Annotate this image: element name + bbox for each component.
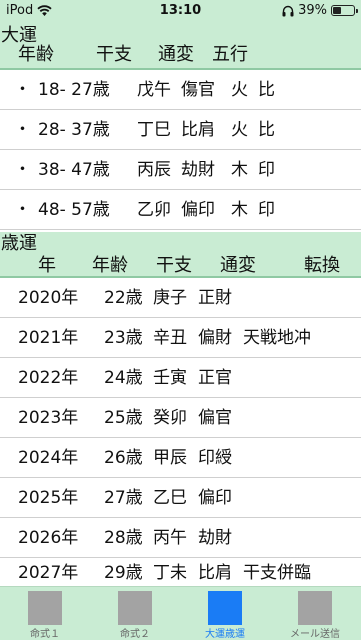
- tab-label: 命式１: [30, 629, 60, 640]
- tab-bar: 命式１ 命式２ 大運歳運 メール送信: [0, 586, 361, 640]
- taiun-tsuhen: 劫財: [181, 160, 215, 180]
- saiun-age: 27歳: [104, 488, 143, 508]
- saiun-row[interactable]: 2023年 25歳 癸卯 偏官: [0, 398, 361, 438]
- taiun-row[interactable]: ・ 38- 47歳 丙辰 劫財 木 印: [0, 150, 361, 190]
- status-right: 39%: [282, 3, 358, 18]
- tab-taiun-saiun[interactable]: 大運歳運: [180, 587, 270, 640]
- saiun-kanshi: 甲辰: [153, 448, 187, 468]
- tab-meishiki-2[interactable]: 命式２: [90, 587, 180, 640]
- taiun-gogyo-2: 印: [258, 160, 275, 180]
- saiun-row[interactable]: 2021年 23歳 辛丑 偏財 天戦地冲: [0, 318, 361, 358]
- row-bullet: ・: [14, 160, 31, 180]
- saiun-row[interactable]: 2025年 27歳 乙巳 偏印: [0, 478, 361, 518]
- battery-percent: 39%: [298, 3, 327, 18]
- saiun-year: 2024年: [18, 448, 79, 468]
- taiun-kanshi: 丙辰: [137, 160, 171, 180]
- taiun-age: 18- 27歳: [38, 80, 110, 100]
- saiun-kanshi: 辛丑: [153, 328, 187, 348]
- tab-placeholder-icon: [118, 591, 152, 625]
- tab-label: 大運歳運: [205, 629, 245, 640]
- taiun-kanshi: 丁巳: [137, 120, 171, 140]
- taiun-gogyo-1: 木: [231, 160, 248, 180]
- taiun-col-gogyo: 五行: [212, 44, 248, 65]
- saiun-tsuhen: 偏財: [198, 328, 232, 348]
- saiun-row[interactable]: 2026年 28歳 丙午 劫財: [0, 518, 361, 558]
- tab-label: メール送信: [290, 629, 340, 640]
- saiun-tsuhen: 正財: [198, 288, 232, 308]
- taiun-col-age: 年齢: [18, 44, 54, 65]
- saiun-kanshi: 庚子: [153, 288, 187, 308]
- saiun-row[interactable]: 2020年 22歳 庚子 正財: [0, 278, 361, 318]
- taiun-age: 48- 57歳: [38, 200, 110, 220]
- saiun-col-year: 年: [38, 255, 56, 276]
- saiun-age: 28歳: [104, 528, 143, 548]
- saiun-age: 26歳: [104, 448, 143, 468]
- saiun-row[interactable]: 2024年 26歳 甲辰 印綬: [0, 438, 361, 478]
- taiun-row[interactable]: ・ 18- 27歳 戊午 傷官 火 比: [0, 70, 361, 110]
- saiun-col-age: 年齢: [92, 255, 128, 276]
- saiun-tenkan: 天戦地冲: [243, 328, 311, 348]
- saiun-col-tsuhen: 通変: [220, 255, 256, 276]
- saiun-kanshi: 乙巳: [153, 488, 187, 508]
- taiun-header: 大運 年齢 干支 通変 五行: [0, 24, 361, 70]
- taiun-kanshi: 戊午: [137, 80, 171, 100]
- saiun-row[interactable]: 2022年 24歳 壬寅 正官: [0, 358, 361, 398]
- taiun-row[interactable]: ・ 48- 57歳 乙卯 偏印 木 印: [0, 190, 361, 230]
- saiun-year: 2022年: [18, 368, 79, 388]
- tab-meishiki-1[interactable]: 命式１: [0, 587, 90, 640]
- taiun-gogyo-2: 印: [258, 200, 275, 220]
- row-bullet: ・: [14, 80, 31, 100]
- taiun-tsuhen: 比肩: [181, 120, 215, 140]
- saiun-tsuhen: 偏印: [198, 488, 232, 508]
- saiun-header: 歳運 年 年齢 干支 通変 転換: [0, 232, 361, 278]
- saiun-row[interactable]: 2027年 29歳 丁未 比肩 干支併臨: [0, 554, 361, 586]
- saiun-tsuhen: 劫財: [198, 528, 232, 548]
- saiun-year: 2026年: [18, 528, 79, 548]
- saiun-tsuhen: 偏官: [198, 408, 232, 428]
- battery-fill: [333, 7, 341, 14]
- saiun-year: 2023年: [18, 408, 79, 428]
- taiun-gogyo-1: 火: [231, 120, 248, 140]
- taiun-age: 28- 37歳: [38, 120, 110, 140]
- taiun-gogyo-1: 火: [231, 80, 248, 100]
- saiun-year: 2025年: [18, 488, 79, 508]
- taiun-gogyo-2: 比: [258, 80, 275, 100]
- saiun-age: 23歳: [104, 328, 143, 348]
- taiun-tsuhen: 傷官: [181, 80, 215, 100]
- saiun-age: 24歳: [104, 368, 143, 388]
- row-bullet: ・: [14, 120, 31, 140]
- saiun-title: 歳運: [1, 233, 37, 254]
- saiun-age: 25歳: [104, 408, 143, 428]
- taiun-row[interactable]: ・ 28- 37歳 丁巳 比肩 火 比: [0, 110, 361, 150]
- status-bar: iPod 13:10 39%: [0, 0, 361, 24]
- row-bullet: ・: [14, 200, 31, 220]
- saiun-tsuhen: 印綬: [198, 448, 232, 468]
- saiun-kanshi: 壬寅: [153, 368, 187, 388]
- tab-mail-send[interactable]: メール送信: [270, 587, 361, 640]
- taiun-gogyo-1: 木: [231, 200, 248, 220]
- saiun-col-tenkan: 転換: [304, 255, 340, 276]
- taiun-age: 38- 47歳: [38, 160, 110, 180]
- saiun-tsuhen: 正官: [198, 368, 232, 388]
- taiun-col-tsuhen: 通変: [158, 44, 194, 65]
- tab-label: 命式２: [120, 629, 150, 640]
- tab-placeholder-icon: [28, 591, 62, 625]
- taiun-gogyo-2: 比: [258, 120, 275, 140]
- headphones-icon: [282, 5, 294, 16]
- taiun-title: 大運: [1, 25, 37, 46]
- tab-placeholder-icon: [298, 591, 332, 625]
- taiun-col-kanshi: 干支: [96, 44, 132, 65]
- saiun-year: 2020年: [18, 288, 79, 308]
- battery-icon: [331, 5, 358, 16]
- saiun-col-kanshi: 干支: [156, 255, 192, 276]
- saiun-kanshi: 癸卯: [153, 408, 187, 428]
- saiun-age: 22歳: [104, 288, 143, 308]
- taiun-kanshi: 乙卯: [137, 200, 171, 220]
- battery-tip: [356, 9, 358, 13]
- taiun-tsuhen: 偏印: [181, 200, 215, 220]
- saiun-year: 2021年: [18, 328, 79, 348]
- saiun-kanshi: 丙午: [153, 528, 187, 548]
- tab-placeholder-icon: [208, 591, 242, 625]
